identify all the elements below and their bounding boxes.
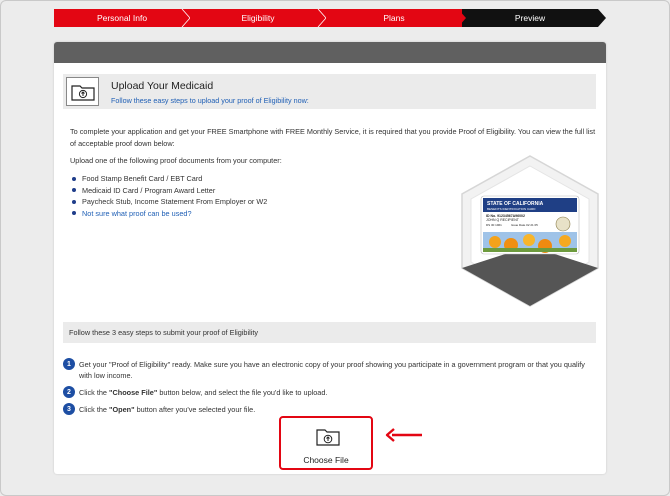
list-item: Paycheck Stub, Income Statement From Emp…: [70, 196, 267, 208]
card-header-bar: [54, 42, 606, 63]
folder-upload-icon: [66, 77, 99, 106]
bullet-icon: [72, 211, 76, 216]
step-eligibility[interactable]: Eligibility: [190, 9, 327, 27]
step-number-badge: 3: [63, 403, 75, 415]
instruction-step-2: 2 Click the "Choose File" button below, …: [63, 386, 593, 399]
instruction-step-3: 3 Click the "Open" button after you've s…: [63, 403, 593, 416]
bullet-icon: [72, 199, 76, 204]
pointer-arrow-icon: [385, 428, 422, 442]
progress-steps: Personal Info Eligibility Plans Preview: [54, 9, 606, 27]
step-preview[interactable]: Preview: [462, 9, 598, 27]
upload-subtitle: Follow these easy steps to upload your p…: [111, 96, 309, 105]
list-item: Food Stamp Benefit Card / EBT Card: [70, 173, 267, 185]
step-label: Eligibility: [241, 13, 275, 23]
upload-instructions: Upload one of the following proof docume…: [70, 156, 282, 165]
step-transition-arrow: [458, 9, 466, 27]
intro-text: To complete your application and get you…: [70, 127, 596, 148]
steps-intro: Follow these 3 easy steps to submit your…: [63, 322, 596, 343]
card-name-text: JOHN Q RECIPIENT: [486, 218, 520, 222]
step-end-arrow: [598, 9, 606, 27]
step-personal-info[interactable]: Personal Info: [54, 9, 191, 27]
choose-file-button[interactable]: Choose File: [279, 416, 373, 470]
bullet-icon: [72, 176, 76, 181]
list-item: Medicaid ID Card / Program Award Letter: [70, 185, 267, 197]
step-label: Plans: [383, 13, 405, 23]
step-number-badge: 2: [63, 386, 75, 398]
step-label: Preview: [514, 13, 546, 23]
upload-title: Upload Your Medicaid: [111, 80, 214, 92]
step-number-badge: 1: [63, 358, 75, 370]
card-type-text: BENEFITS IDENTIFICATION CARD: [487, 207, 536, 211]
step-label: Personal Info: [96, 13, 148, 23]
folder-upload-icon: [316, 429, 340, 446]
proof-list: Food Stamp Benefit Card / EBT Card Medic…: [70, 173, 267, 219]
card-issue-text: Issue Date 02 21 05: [511, 223, 538, 227]
choose-file-label: Choose File: [303, 455, 349, 465]
upload-card: Upload Your Medicaid Follow these easy s…: [54, 42, 606, 474]
list-item[interactable]: Not sure what proof can be used?: [70, 208, 267, 220]
medicaid-card-illustration: STATE OF CALIFORNIA BENEFITS IDENTIFICAT…: [459, 154, 601, 308]
step-plans[interactable]: Plans: [326, 9, 462, 27]
instruction-step-1: 1 Get your "Proof of Eligibility" ready.…: [63, 358, 593, 382]
card-dob-text: DS 30 1961: [486, 223, 502, 227]
proof-help-link[interactable]: Not sure what proof can be used?: [82, 209, 192, 218]
bullet-icon: [72, 188, 76, 193]
upload-header: Upload Your Medicaid Follow these easy s…: [63, 74, 596, 109]
